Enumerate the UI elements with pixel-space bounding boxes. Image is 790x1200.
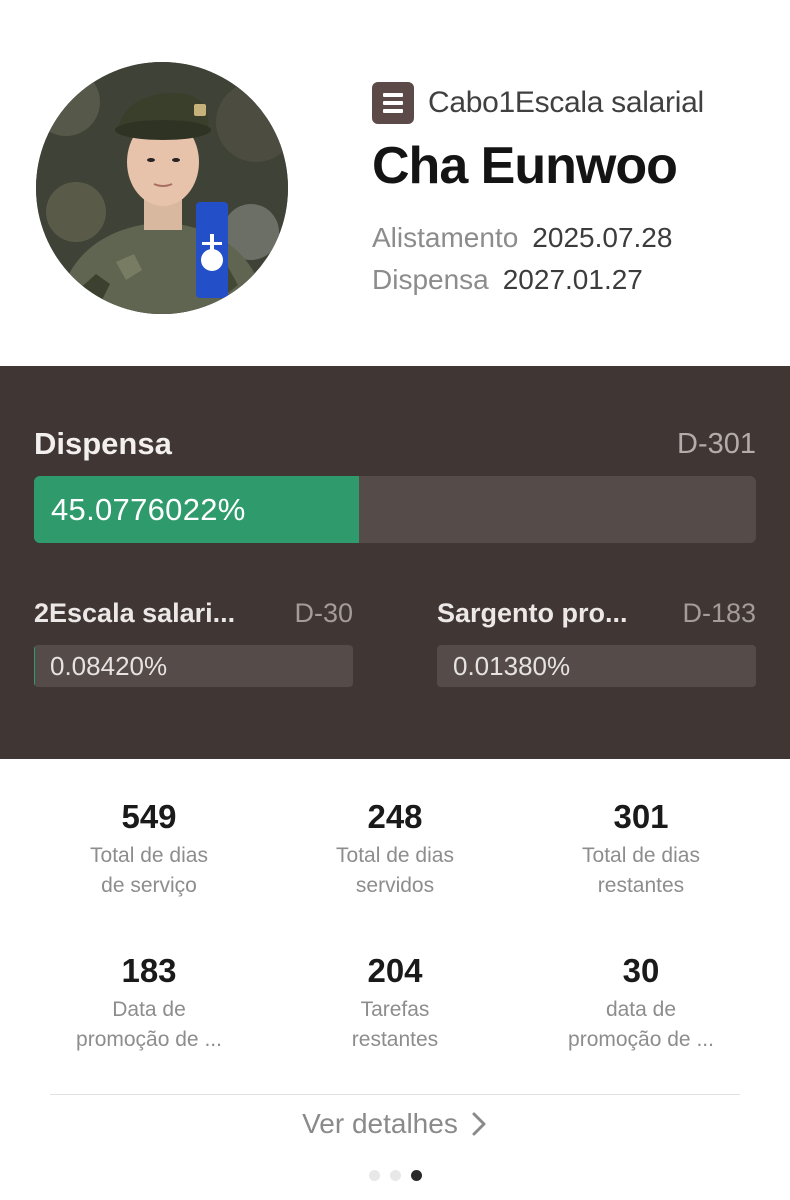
stat-value: 183 xyxy=(121,952,177,989)
sergeant-promotion-title: Sargento pro... xyxy=(437,598,628,628)
sergeant-promotion-percent: 0.01380% xyxy=(453,651,571,681)
profile-avatar[interactable] xyxy=(36,62,288,314)
stat-label: Total de dias restantes xyxy=(518,841,764,901)
sergeant-promotion-d-day: D-183 xyxy=(682,598,756,628)
stat-label-line: Tarefas xyxy=(360,998,430,1021)
menu-list-icon[interactable] xyxy=(372,82,414,124)
stat-label-line: promoção de ... xyxy=(76,1028,222,1051)
next-pay-grade-title: 2Escala salari... xyxy=(34,598,236,628)
next-pay-grade-d-day: D-30 xyxy=(294,598,353,628)
stat-label-line: Total de dias xyxy=(90,844,208,867)
stat-remaining-tasks: 204 Tarefas restantes xyxy=(272,951,518,1055)
stat-label: Total de dias de serviço xyxy=(26,841,272,901)
stat-label-line: Total de dias xyxy=(582,844,700,867)
stat-label-line: Data de xyxy=(112,998,186,1021)
chevron-right-icon xyxy=(472,1112,486,1136)
stat-label-line: restantes xyxy=(351,1028,439,1051)
page-dot[interactable] xyxy=(410,1170,422,1181)
rank-row: Cabo1Escala salarial xyxy=(372,82,704,124)
next-pay-grade-progress: 2Escala salari... D-30 0.08420% xyxy=(34,598,353,687)
stat-value: 204 xyxy=(367,952,423,989)
discharge-date-label: Dispensa xyxy=(372,264,489,295)
sergeant-promotion-bar: 0.01380% xyxy=(437,645,756,687)
discharge-progress-title: Dispensa xyxy=(34,426,172,461)
page-dot[interactable] xyxy=(389,1170,401,1181)
discharge-date-value: 2027.01.27 xyxy=(502,264,643,295)
stat-label-line: promoção de ... xyxy=(568,1028,714,1051)
stat-value: 301 xyxy=(613,798,669,835)
stat-label-line: restantes xyxy=(597,874,685,897)
stat-label: data de promoção de ... xyxy=(518,995,764,1055)
soldier-name: Cha Eunwoo xyxy=(372,137,678,195)
discharge-d-day: D-301 xyxy=(677,428,756,460)
stat-promotion-date-2: 30 data de promoção de ... xyxy=(518,951,764,1055)
section-divider xyxy=(50,1094,740,1095)
page-indicator[interactable] xyxy=(0,1170,790,1181)
rank-label: Cabo1Escala salarial xyxy=(428,86,704,119)
profile-header: Cabo1Escala salarial Cha Eunwoo Alistame… xyxy=(0,0,790,366)
stat-promotion-date-1: 183 Data de promoção de ... xyxy=(26,951,272,1055)
progress-panel: Dispensa D-301 45.0776022% 2Escala salar… xyxy=(0,366,790,759)
stat-label-line: Total de dias xyxy=(336,844,454,867)
stat-label: Data de promoção de ... xyxy=(26,995,272,1055)
stat-total-service-days: 549 Total de dias de serviço xyxy=(26,797,272,901)
enlist-date-value: 2025.07.28 xyxy=(532,222,673,253)
details-link-row: Ver detalhes xyxy=(0,1108,790,1140)
discharge-progress-percent: 45.0776022% xyxy=(51,492,246,527)
view-details-label: Ver detalhes xyxy=(302,1108,458,1139)
stat-days-remaining: 301 Total de dias restantes xyxy=(518,797,764,901)
enlist-date-label: Alistamento xyxy=(372,222,519,253)
stat-value: 549 xyxy=(121,798,177,835)
sergeant-promotion-progress: Sargento pro... D-183 0.01380% xyxy=(437,598,756,687)
stat-label-line: servidos xyxy=(355,874,435,897)
avatar-photo xyxy=(36,62,288,314)
stat-value: 248 xyxy=(367,798,423,835)
next-pay-grade-percent: 0.08420% xyxy=(50,651,168,681)
stat-days-served: 248 Total de dias servidos xyxy=(272,797,518,901)
stat-value: 30 xyxy=(622,952,660,989)
enlist-date-row: Alistamento 2025.07.28 xyxy=(372,222,672,254)
next-pay-grade-bar: 0.08420% xyxy=(34,645,353,687)
stat-label-line: de serviço xyxy=(101,874,197,897)
discharge-progress-bar: 45.0776022% xyxy=(34,476,756,543)
stat-label-line: data de xyxy=(605,998,677,1021)
page-dot[interactable] xyxy=(368,1170,380,1181)
discharge-date-row: Dispensa 2027.01.27 xyxy=(372,264,643,296)
stat-label: Tarefas restantes xyxy=(272,995,518,1055)
stat-label: Total de dias servidos xyxy=(272,841,518,901)
view-details-button[interactable]: Ver detalhes xyxy=(302,1108,488,1140)
